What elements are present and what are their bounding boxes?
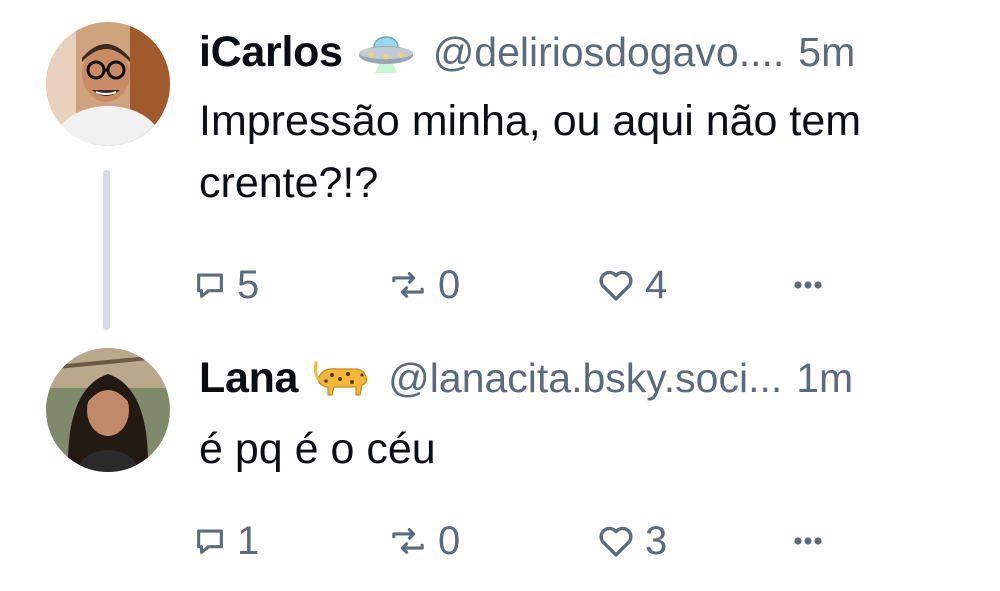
flying-saucer-emoji-icon — [357, 31, 415, 73]
post-text: Impressão minha, ou aqui não tem crente?… — [199, 97, 862, 207]
like-button[interactable]: 4 — [597, 260, 667, 310]
repost-count: 0 — [438, 262, 461, 307]
post[interactable]: iCarlos @deliriosdogavo.... 5m Impressão… — [0, 0, 1000, 330]
heart-icon — [599, 526, 633, 557]
more-options-icon — [794, 281, 822, 289]
more-options-icon — [794, 537, 822, 545]
timestamp[interactable]: 5m — [798, 29, 855, 76]
repost-icon — [392, 528, 424, 554]
like-count: 3 — [645, 518, 668, 563]
post-header: Lana @lanacita.bsky.soci... 1m — [199, 350, 970, 406]
reply-button[interactable]: 1 — [193, 516, 259, 566]
reply-count: 1 — [237, 518, 260, 563]
more-options-button[interactable] — [793, 516, 823, 566]
reply-icon — [197, 529, 223, 554]
reply-button[interactable]: 5 — [193, 260, 259, 310]
repost-button[interactable]: 0 — [388, 516, 460, 566]
post-header: iCarlos @deliriosdogavo.... 5m — [199, 24, 970, 80]
post-actions: 5 0 4 — [193, 260, 843, 310]
more-options-button[interactable] — [793, 260, 823, 310]
handle[interactable]: @deliriosdogavo.... — [433, 29, 785, 76]
repost-count: 0 — [438, 518, 461, 563]
timestamp[interactable]: 1m — [796, 355, 853, 402]
heart-icon — [599, 270, 633, 301]
display-name[interactable]: iCarlos — [199, 28, 343, 77]
post[interactable]: Lana @lanacita.bsky.soci... 1m é pq é o … — [0, 330, 1000, 591]
like-button[interactable]: 3 — [597, 516, 667, 566]
repost-button[interactable]: 0 — [388, 260, 460, 310]
thread-line — [103, 170, 110, 330]
post-actions: 1 0 3 — [193, 516, 843, 566]
avatar[interactable] — [46, 348, 170, 472]
avatar[interactable] — [46, 22, 170, 146]
like-count: 4 — [645, 262, 668, 307]
leopard-emoji-icon — [312, 357, 370, 399]
reply-count: 5 — [237, 262, 260, 307]
post-text: é pq é o céu — [199, 425, 436, 473]
repost-icon — [392, 272, 424, 298]
display-name[interactable]: Lana — [199, 354, 298, 403]
handle[interactable]: @lanacita.bsky.soci... — [388, 355, 782, 402]
reply-icon — [197, 273, 223, 298]
